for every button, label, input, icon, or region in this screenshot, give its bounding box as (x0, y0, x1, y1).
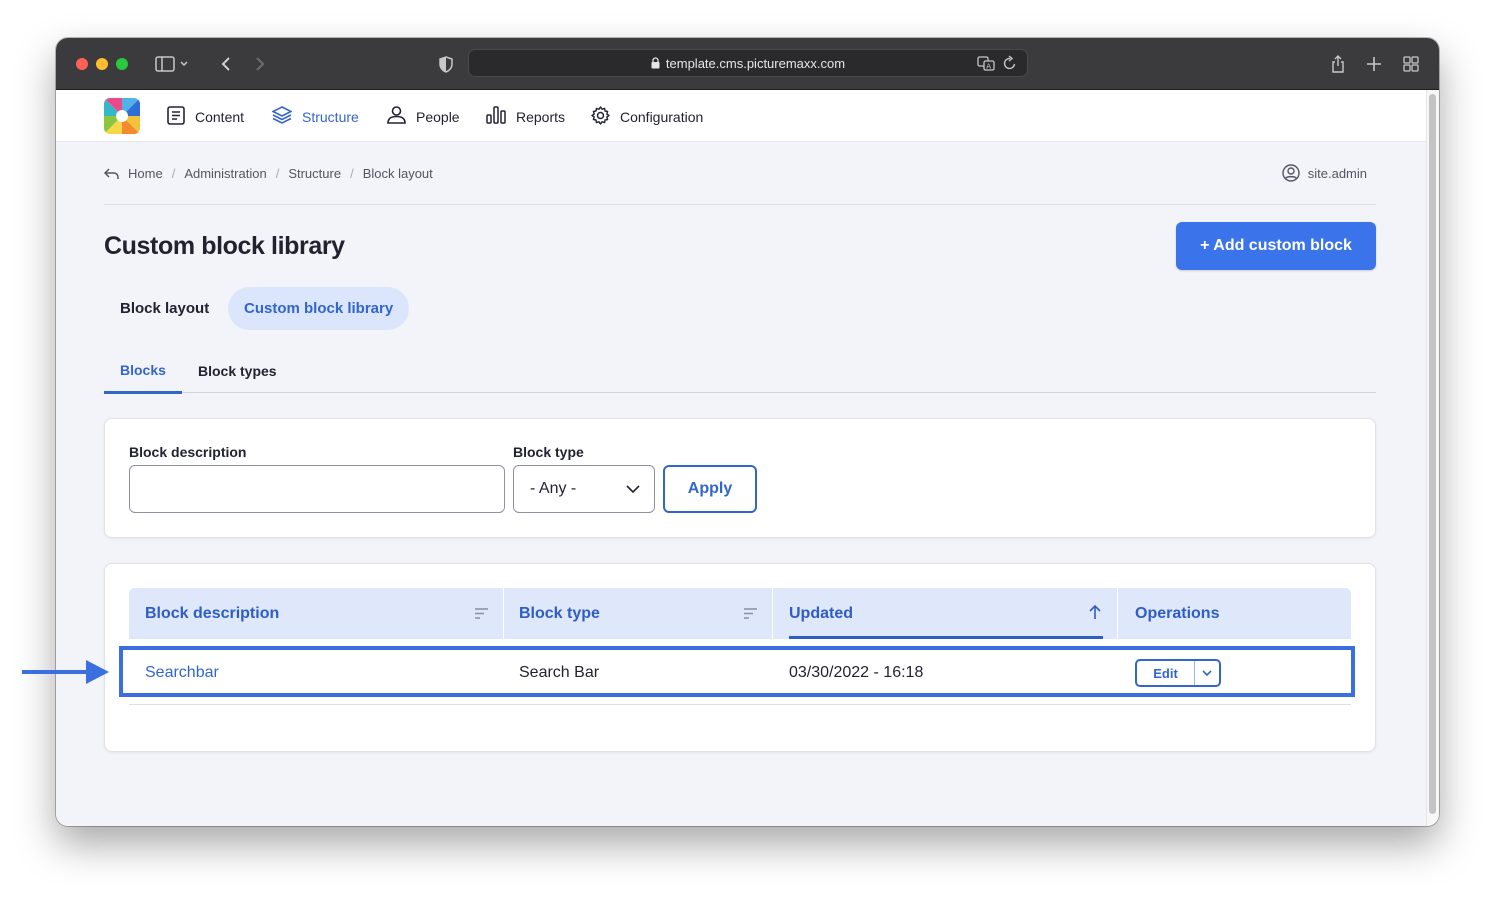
reload-icon[interactable] (1003, 55, 1017, 74)
back-icon[interactable] (216, 52, 236, 76)
chevron-down-icon (626, 482, 640, 501)
add-custom-block-button[interactable]: + Add custom block (1176, 222, 1376, 270)
row-divider (129, 704, 1351, 705)
column-separator (503, 588, 504, 639)
breadcrumb: Home / Administration / Structure / Bloc… (104, 166, 433, 181)
nav-configuration[interactable]: Configuration (591, 106, 703, 128)
block-description-input[interactable] (129, 465, 505, 513)
column-updated[interactable]: Updated (789, 588, 853, 639)
breadcrumb-separator: / (275, 166, 280, 181)
main-content: Home / Administration / Structure / Bloc… (56, 142, 1426, 826)
browser-toolbar: template.cms.picturemaxx.com A (56, 38, 1439, 90)
pointer-arrow-icon (22, 659, 110, 690)
scrollbar-thumb[interactable] (1429, 94, 1436, 814)
apply-button[interactable]: Apply (663, 465, 757, 513)
forward-icon[interactable] (250, 52, 270, 76)
breadcrumb-home[interactable]: Home (128, 166, 163, 181)
nav-content[interactable]: Content (167, 106, 244, 128)
admin-toolbar: Content Structure People Reports Configu… (56, 90, 1426, 142)
translate-icon[interactable]: A (977, 55, 995, 74)
sidebar-toggle-icon[interactable] (152, 52, 192, 76)
breadcrumb-administration[interactable]: Administration (184, 166, 266, 181)
configuration-icon (591, 106, 610, 128)
tab-block-layout[interactable]: Block layout (104, 287, 225, 330)
sort-ascending-icon[interactable] (1089, 604, 1101, 625)
breadcrumb-block-layout[interactable]: Block layout (363, 166, 433, 181)
tab-custom-block-library[interactable]: Custom block library (228, 287, 410, 330)
share-icon[interactable] (1328, 52, 1348, 76)
block-type-select[interactable]: - Any - (513, 465, 655, 513)
filter-form: Block description Block type - Any - App… (104, 418, 1376, 538)
nav-content-label: Content (195, 109, 245, 125)
tab-overview-icon[interactable] (1401, 52, 1421, 76)
row-highlight-box (119, 646, 1355, 697)
tab-blocks[interactable]: Blocks (104, 348, 182, 394)
nav-configuration-label: Configuration (620, 109, 704, 125)
tab-block-types[interactable]: Block types (198, 348, 277, 393)
user-avatar-icon (1282, 164, 1300, 182)
site-logo[interactable] (104, 98, 140, 134)
column-block-description[interactable]: Block description (145, 588, 279, 639)
content-icon (167, 106, 185, 128)
svg-text:A: A (986, 63, 991, 71)
sort-icon[interactable] (744, 606, 757, 624)
user-menu[interactable]: site.admin (1282, 164, 1367, 182)
structure-icon (271, 106, 293, 127)
block-description-label: Block description (129, 444, 247, 460)
nav-people-label: People (416, 108, 460, 125)
header-divider (104, 204, 1376, 205)
breadcrumb-separator: / (171, 166, 176, 181)
block-type-selected: - Any - (530, 480, 577, 497)
nav-people[interactable]: People (387, 106, 460, 127)
address-bar[interactable]: template.cms.picturemaxx.com A (468, 49, 1028, 77)
lock-icon (651, 57, 660, 69)
block-type-label: Block type (513, 444, 584, 460)
column-operations: Operations (1135, 604, 1220, 622)
reports-icon (486, 106, 506, 127)
new-tab-icon[interactable] (1364, 52, 1384, 76)
privacy-shield-icon[interactable] (436, 52, 456, 76)
close-window-button[interactable] (76, 58, 88, 70)
nav-reports-label: Reports (516, 108, 566, 125)
nav-structure[interactable]: Structure (271, 106, 359, 127)
zoom-window-button[interactable] (116, 58, 128, 70)
page-title: Custom block library (104, 232, 345, 260)
people-icon (387, 106, 406, 127)
column-separator (772, 588, 773, 639)
browser-window: template.cms.picturemaxx.com A Content S… (56, 38, 1439, 826)
column-separator (1117, 588, 1118, 639)
breadcrumb-separator: / (350, 166, 354, 181)
secondary-tabs: Blocks Block types (104, 348, 1376, 394)
minimize-window-button[interactable] (96, 58, 108, 70)
nav-reports[interactable]: Reports (486, 106, 565, 127)
column-block-type[interactable]: Block type (519, 588, 600, 639)
active-sort-indicator (789, 636, 1103, 639)
table-header: Block description Block type Updated Ope… (129, 588, 1351, 639)
url-text: template.cms.picturemaxx.com (665, 55, 846, 71)
user-name: site.admin (1307, 165, 1367, 181)
sort-icon[interactable] (475, 606, 488, 624)
breadcrumb-structure[interactable]: Structure (288, 166, 341, 181)
back-arrow-icon[interactable] (104, 167, 119, 180)
nav-structure-label: Structure (302, 108, 359, 125)
